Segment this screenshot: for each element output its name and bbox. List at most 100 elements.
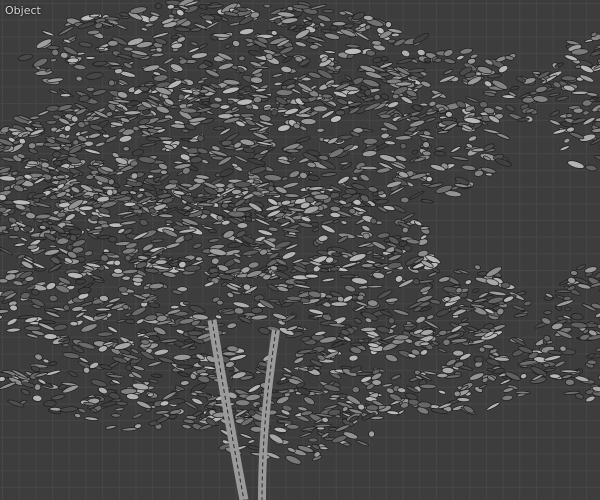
leaf — [479, 101, 489, 109]
leaf — [392, 309, 410, 316]
leaf — [213, 96, 223, 103]
leaf — [391, 93, 400, 100]
leaf — [459, 47, 473, 55]
leaf — [381, 383, 393, 388]
leaf — [273, 81, 283, 86]
leaf — [453, 390, 461, 397]
leaf — [190, 27, 202, 32]
leaf — [389, 324, 398, 329]
leaf — [188, 138, 199, 143]
leaf — [270, 109, 279, 117]
leaf — [267, 226, 279, 232]
leaf — [422, 150, 432, 157]
leaf — [148, 378, 159, 384]
leaf — [585, 395, 596, 403]
leaf — [461, 317, 469, 323]
leaf — [366, 285, 384, 289]
leaf — [372, 254, 384, 259]
leaf — [244, 216, 253, 222]
leaf — [219, 168, 234, 177]
leaf — [387, 101, 400, 109]
leaf — [313, 193, 330, 201]
leaf — [285, 148, 300, 154]
leaf — [367, 186, 379, 193]
leaf — [48, 361, 58, 367]
leaf — [394, 135, 412, 141]
leaf — [351, 277, 368, 285]
leaf — [348, 354, 359, 362]
leaf — [365, 404, 380, 411]
leaf — [150, 373, 163, 378]
leaf — [426, 314, 435, 320]
leaf — [368, 430, 375, 438]
leaf — [322, 9, 335, 14]
tree-wireframe-mesh[interactable] — [0, 0, 600, 500]
leaf — [328, 397, 338, 401]
leaf — [233, 181, 252, 188]
leaf — [69, 228, 83, 236]
leaf — [155, 189, 164, 196]
leaf — [51, 48, 60, 57]
leaf — [379, 127, 389, 132]
leaf — [344, 47, 362, 55]
leaf — [313, 423, 332, 428]
leaf — [429, 298, 442, 305]
leaf — [41, 30, 55, 37]
leaf — [69, 321, 79, 327]
leaf — [561, 374, 573, 379]
leaf — [6, 318, 18, 326]
leaf — [263, 192, 281, 197]
leaf — [73, 64, 87, 71]
leaf — [399, 142, 407, 150]
leaf — [117, 285, 128, 293]
leaf — [263, 174, 283, 182]
leaf — [100, 223, 110, 229]
leaf — [242, 283, 251, 291]
leaf — [582, 110, 590, 116]
leaf — [60, 406, 78, 413]
leaf — [441, 367, 455, 374]
leaf — [464, 279, 472, 285]
leaf — [183, 233, 194, 241]
leaf — [151, 32, 170, 39]
3d-viewport[interactable]: Object — [0, 0, 600, 500]
leaf — [31, 288, 40, 296]
leaf — [365, 250, 373, 256]
leaf — [270, 30, 278, 36]
leaf — [438, 329, 448, 336]
leaf — [322, 313, 333, 321]
leaf — [136, 192, 144, 199]
leaf — [328, 323, 347, 328]
leaf — [309, 44, 320, 50]
leaf — [147, 174, 155, 179]
leaf — [83, 148, 102, 155]
leaf — [380, 93, 389, 100]
leaf — [199, 372, 210, 377]
leaf — [408, 190, 425, 200]
leaf — [485, 172, 493, 177]
leaf — [284, 193, 300, 198]
leaf — [70, 186, 81, 194]
leaf — [494, 105, 504, 111]
leaf — [384, 354, 398, 363]
leaf — [40, 161, 50, 169]
leaf — [95, 141, 106, 148]
leaf — [321, 93, 333, 99]
leaf — [166, 398, 186, 405]
leaf — [160, 169, 168, 175]
leaf — [119, 220, 137, 226]
leaf — [139, 142, 158, 148]
leaf — [50, 58, 57, 63]
leaf — [183, 264, 202, 272]
leaf — [304, 273, 319, 279]
leaf — [595, 346, 600, 352]
leaf — [443, 69, 454, 75]
leaf — [20, 388, 31, 396]
leaf — [336, 98, 349, 106]
leaf — [53, 323, 68, 331]
interaction-mode-label: Object — [5, 4, 41, 17]
leaf — [511, 304, 526, 311]
leaf — [138, 187, 146, 192]
leaf — [415, 315, 426, 324]
leaf — [543, 310, 553, 315]
